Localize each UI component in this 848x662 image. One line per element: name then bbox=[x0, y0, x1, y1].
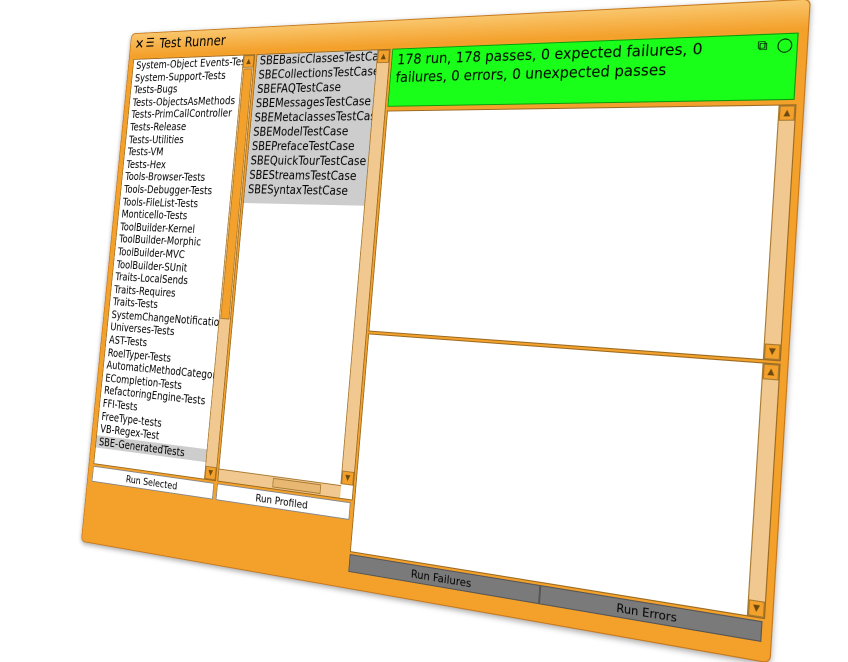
scroll-up-icon[interactable]: ▲ bbox=[243, 55, 255, 68]
test-runner-window: ✕ ☰ Test Runner System-Object Events-Tes… bbox=[81, 0, 811, 662]
package-item[interactable]: Tests-Release bbox=[127, 120, 249, 134]
scroll-down-icon[interactable]: ▼ bbox=[748, 599, 765, 618]
window-menu-icon[interactable]: ☰ bbox=[145, 36, 155, 50]
package-item[interactable]: Tests-PrimCallController bbox=[128, 107, 250, 121]
package-item[interactable]: Tests-Utilities bbox=[126, 133, 248, 146]
testcase-item[interactable]: SBEModelTestCase bbox=[250, 125, 384, 141]
scroll-down-icon[interactable]: ▼ bbox=[205, 466, 217, 480]
scroll-down-icon[interactable]: ▼ bbox=[341, 471, 354, 486]
collapse-icon[interactable]: ⧉ bbox=[754, 39, 770, 55]
scroll-up-icon[interactable]: ▲ bbox=[377, 50, 390, 63]
scroll-up-icon[interactable]: ▲ bbox=[763, 364, 780, 381]
package-item[interactable]: Tests-VM bbox=[124, 146, 246, 159]
window-title: Test Runner bbox=[159, 32, 227, 51]
failures-pane[interactable]: ▲ ▼ bbox=[369, 104, 797, 361]
scroll-down-icon[interactable]: ▼ bbox=[764, 343, 781, 360]
failures-scrollbar[interactable]: ▲ ▼ bbox=[763, 105, 796, 360]
errors-scrollbar[interactable]: ▲ ▼ bbox=[747, 363, 780, 617]
package-item[interactable]: Tests-Hex bbox=[123, 158, 245, 172]
status-bar: 178 run, 178 passes, 0 expected failures… bbox=[387, 33, 798, 107]
testcase-item[interactable]: SBESyntaxTestCase bbox=[244, 183, 378, 200]
testcase-item[interactable]: SBEPrefaceTestCase bbox=[248, 140, 382, 155]
close-icon[interactable]: ✕ bbox=[134, 36, 145, 52]
scroll-up-icon[interactable]: ▲ bbox=[779, 105, 796, 120]
testcase-item[interactable]: SBEMetaclassesTestCase bbox=[251, 110, 385, 126]
testcase-item[interactable]: SBEQuickTourTestCase bbox=[247, 155, 381, 170]
status-text: 178 run, 178 passes, 0 expected failures… bbox=[395, 36, 791, 87]
expand-icon[interactable]: ◯ bbox=[776, 38, 793, 54]
